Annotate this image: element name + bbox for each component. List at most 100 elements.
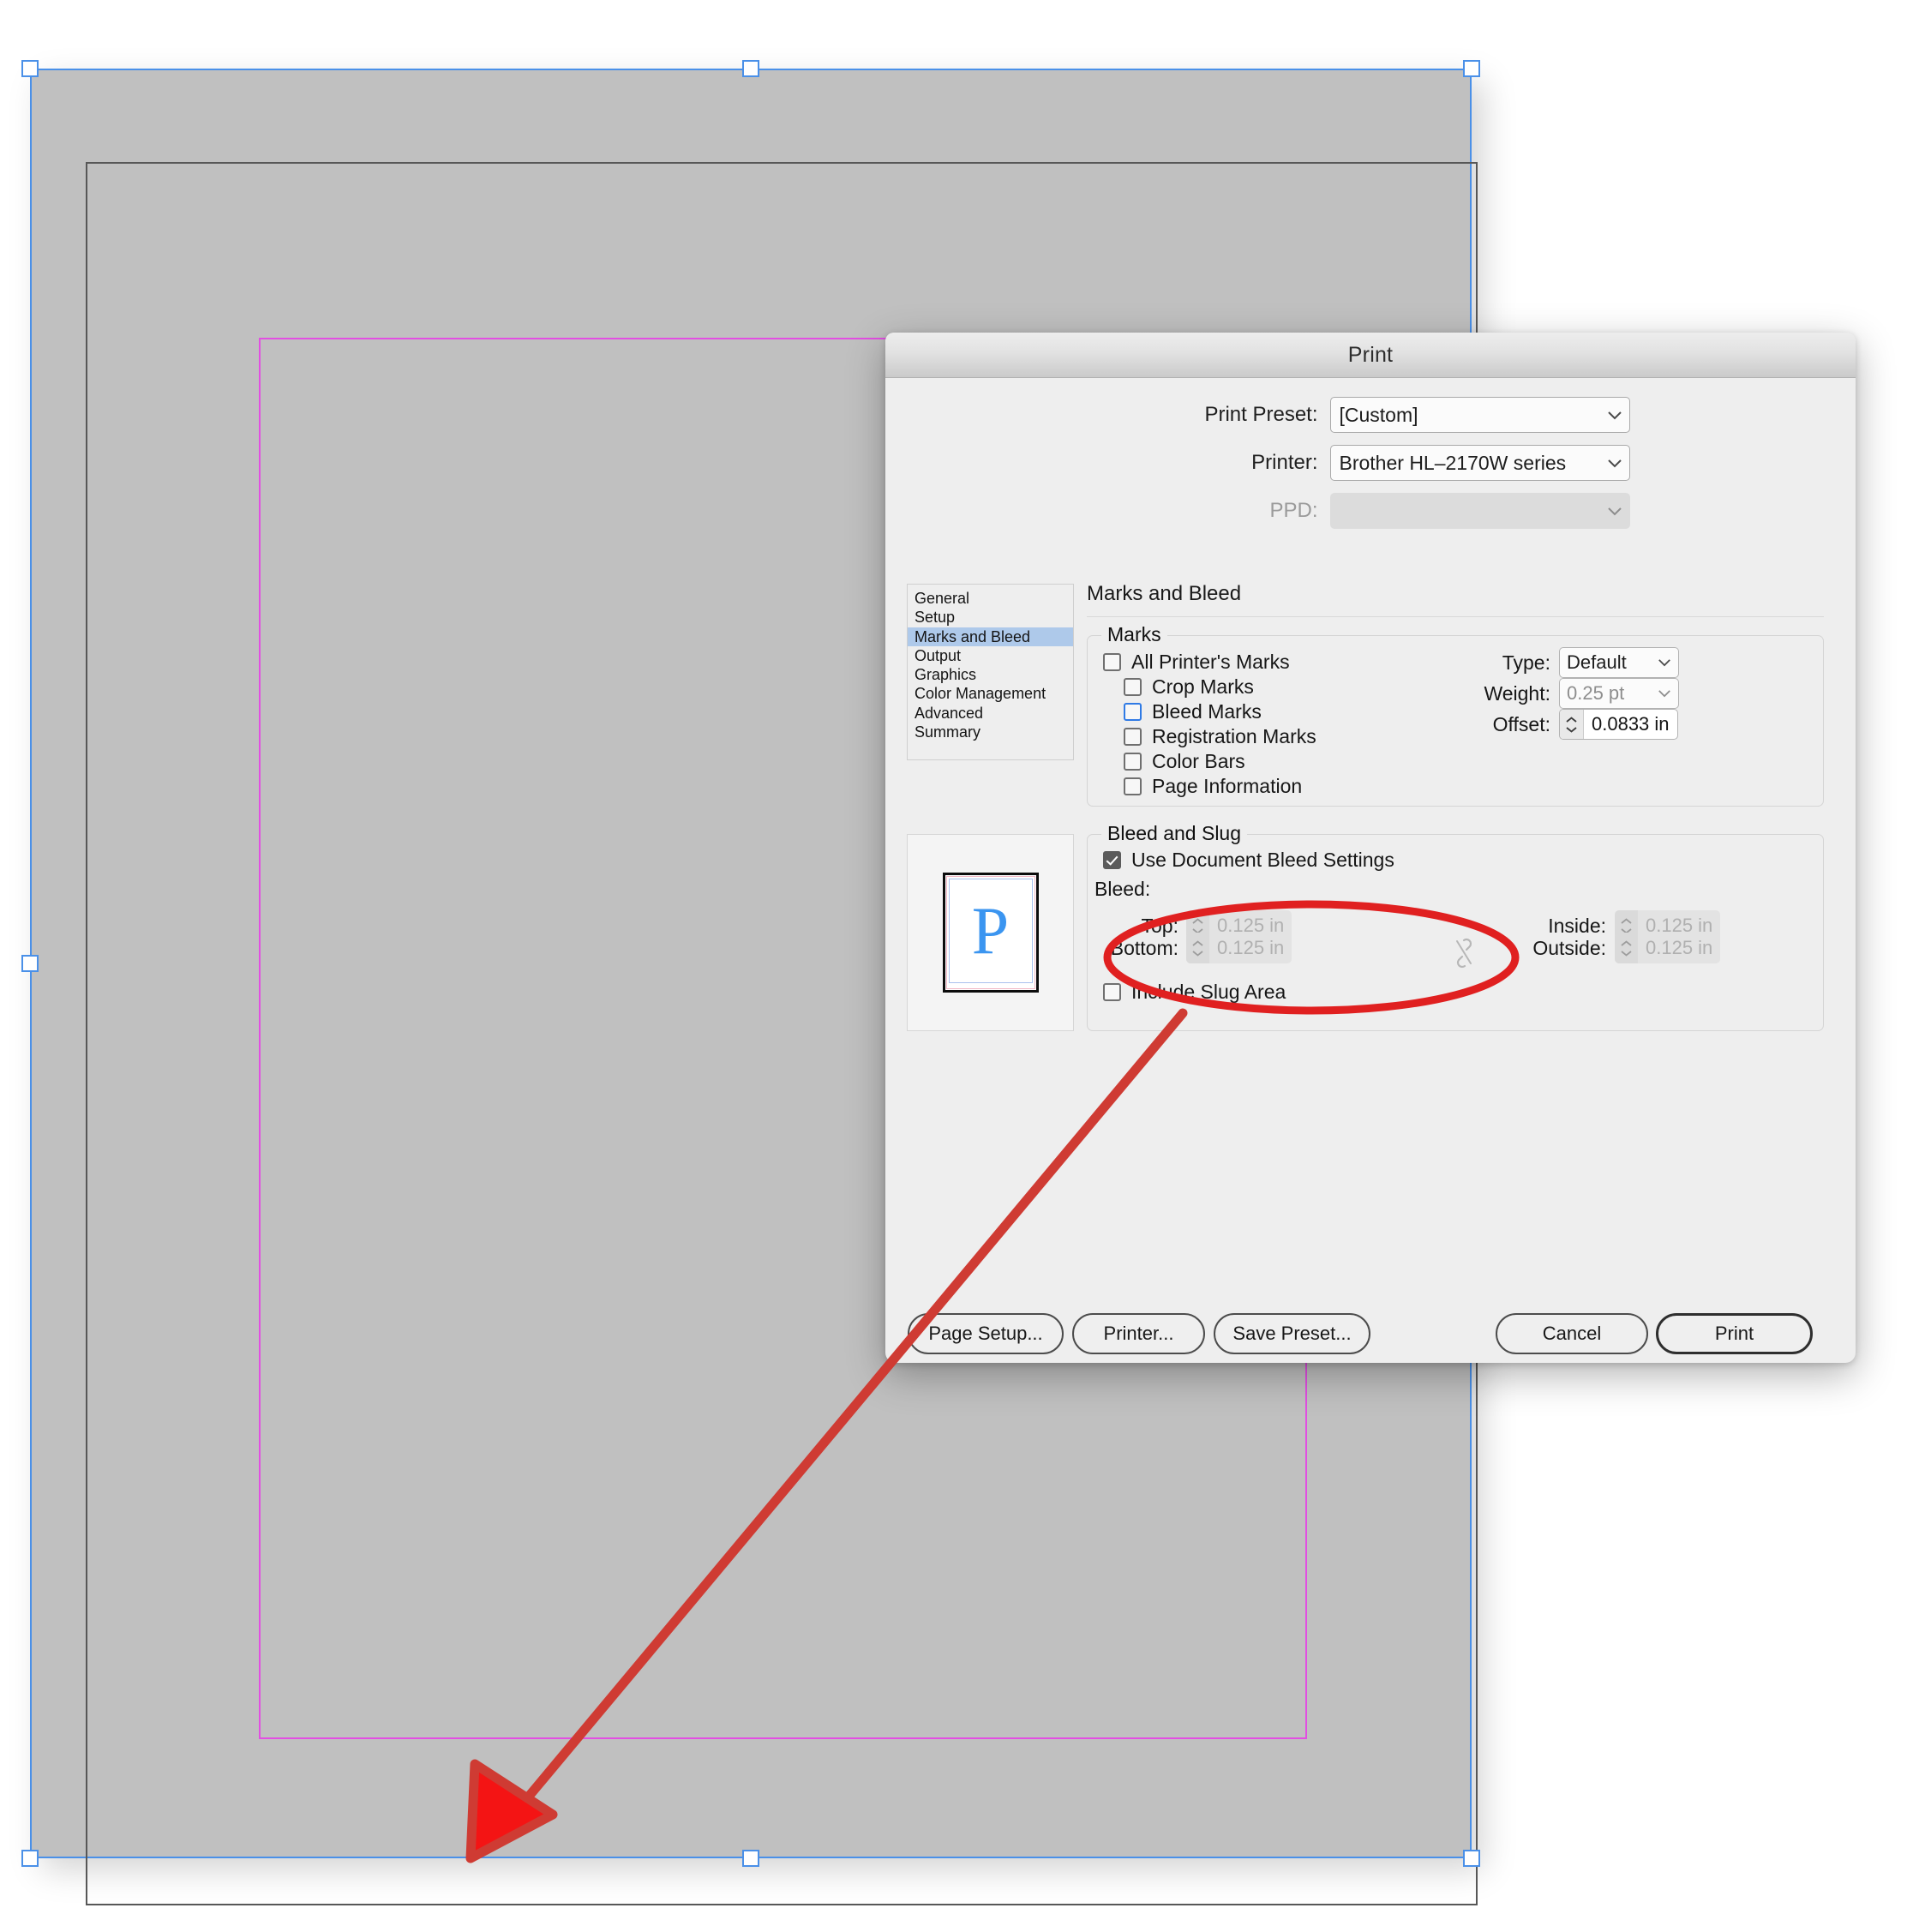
marks-fieldset: Marks All Printer's Marks Crop Marks Ble… [1087, 623, 1824, 807]
marks-type-row: Type: Default [1465, 647, 1679, 678]
dialog-sidebar[interactable]: General Setup Marks and Bleed Output Gra… [907, 584, 1074, 760]
chevron-down-icon [1607, 459, 1622, 468]
ppd-label: PPD: [1269, 499, 1318, 522]
checkbox-icon[interactable] [1124, 703, 1142, 721]
type-value: Default [1567, 651, 1627, 673]
checkbox-crop-marks[interactable]: Crop Marks [1124, 675, 1254, 699]
type-label: Type: [1502, 651, 1550, 674]
chevron-down-icon [1607, 507, 1622, 516]
bleed-bottom-stepper: 0.125 in [1186, 933, 1292, 963]
checkbox-all-printers-marks[interactable]: All Printer's Marks [1103, 651, 1290, 674]
save-preset-button[interactable]: Save Preset... [1214, 1313, 1370, 1354]
checkbox-label: Crop Marks [1152, 675, 1254, 698]
checkbox-registration-marks[interactable]: Registration Marks [1124, 725, 1316, 748]
print-dialog[interactable]: Print Print Preset: [Custom] Printer: Br… [885, 333, 1856, 1363]
bleed-outside-field: 0.125 in [1615, 933, 1721, 963]
selection-handle-top-right[interactable] [1463, 60, 1480, 77]
checkbox-label: Bleed Marks [1152, 700, 1262, 723]
dialog-titlebar[interactable]: Print [885, 333, 1856, 378]
chevron-down-icon [1658, 658, 1673, 668]
panel-title-divider [1087, 616, 1824, 617]
offset-stepper[interactable]: 0.0833 in [1559, 709, 1678, 740]
bleed-inside-label: Inside: [1548, 915, 1606, 937]
printer-row: Printer: Brother HL–2170W series [885, 445, 1856, 481]
bleed-bottom-label: Bottom: [1110, 937, 1178, 959]
selection-handle-bottom-center[interactable] [742, 1850, 759, 1867]
checkbox-label: Color Bars [1152, 750, 1245, 772]
broken-chain-link-icon [1452, 938, 1474, 969]
checkbox-icon[interactable] [1124, 777, 1142, 795]
checkbox-label: Page Information [1152, 775, 1303, 797]
preview-letter: P [971, 893, 1010, 968]
bleed-bottom-value: 0.125 in [1217, 937, 1285, 958]
sidebar-item-color-management[interactable]: Color Management [908, 684, 1073, 703]
bleed-and-slug-fieldset: Bleed and Slug Use Document Bleed Settin… [1087, 822, 1824, 1031]
checkbox-icon[interactable] [1103, 851, 1121, 869]
bleed-top-label: Top: [1141, 915, 1178, 937]
ppd-combo [1329, 493, 1630, 529]
checkbox-bleed-marks[interactable]: Bleed Marks [1124, 700, 1262, 723]
checkbox-icon[interactable] [1124, 728, 1142, 746]
printer-combo[interactable]: Brother HL–2170W series [1329, 445, 1630, 481]
chevron-down-icon [1658, 689, 1673, 699]
bleed-outside-label: Outside: [1532, 937, 1606, 959]
weight-value: 0.25 pt [1567, 682, 1625, 704]
selection-handle-top-center[interactable] [742, 60, 759, 77]
marks-offset-row: Offset: 0.0833 in [1465, 709, 1678, 740]
print-button[interactable]: Print [1656, 1313, 1813, 1354]
selection-handle-middle-left[interactable] [21, 955, 39, 972]
weight-combo[interactable]: 0.25 pt [1559, 678, 1679, 709]
print-preset-label: Print Preset: [1204, 403, 1318, 426]
stepper-arrows-icon [1186, 933, 1209, 963]
marks-legend: Marks [1101, 623, 1167, 646]
checkbox-icon[interactable] [1103, 983, 1121, 1001]
selection-handle-bottom-left[interactable] [21, 1850, 39, 1867]
ppd-row: PPD: [885, 493, 1856, 529]
bleed-bottom-field: 0.125 in [1186, 933, 1292, 963]
checkbox-color-bars[interactable]: Color Bars [1124, 750, 1245, 773]
checkbox-icon[interactable] [1124, 753, 1142, 771]
preview-page: P [942, 873, 1039, 993]
weight-label: Weight: [1484, 681, 1550, 705]
checkbox-icon[interactable] [1103, 653, 1121, 671]
checkbox-page-information[interactable]: Page Information [1124, 775, 1302, 798]
checkbox-label: All Printer's Marks [1131, 651, 1290, 673]
sidebar-item-graphics[interactable]: Graphics [908, 665, 1073, 684]
checkbox-label: Include Slug Area [1131, 981, 1286, 1003]
dialog-body: Print Preset: [Custom] Printer: Brother … [885, 397, 1856, 1363]
stepper-arrows-icon[interactable] [1560, 710, 1584, 739]
bleed-outside-value: 0.125 in [1646, 937, 1713, 958]
page-setup-button[interactable]: Page Setup... [908, 1313, 1064, 1354]
checkbox-include-slug-area[interactable]: Include Slug Area [1103, 981, 1286, 1004]
printer-button[interactable]: Printer... [1072, 1313, 1205, 1354]
dialog-title: Print [1347, 342, 1394, 367]
checkbox-label: Registration Marks [1152, 725, 1316, 747]
selection-handle-bottom-right[interactable] [1463, 1850, 1480, 1867]
print-preset-value: [Custom] [1339, 403, 1418, 426]
selection-handle-top-left[interactable] [21, 60, 39, 77]
cancel-button[interactable]: Cancel [1496, 1313, 1648, 1354]
type-combo[interactable]: Default [1559, 647, 1679, 678]
printer-value: Brother HL–2170W series [1339, 451, 1567, 474]
sidebar-item-summary[interactable]: Summary [908, 723, 1073, 741]
checkbox-label: Use Document Bleed Settings [1131, 849, 1394, 871]
sidebar-item-output[interactable]: Output [908, 646, 1073, 665]
bleed-outside-stepper: 0.125 in [1615, 933, 1721, 963]
sidebar-item-marks-and-bleed[interactable]: Marks and Bleed [908, 627, 1073, 646]
sidebar-item-general[interactable]: General [908, 589, 1073, 608]
page-preview-box: P [907, 834, 1074, 1031]
printer-label: Printer: [1251, 451, 1318, 474]
bleed-heading: Bleed: [1094, 878, 1151, 900]
sidebar-item-setup[interactable]: Setup [908, 608, 1073, 627]
checkbox-use-document-bleed-settings[interactable]: Use Document Bleed Settings [1103, 849, 1394, 872]
panel-title: Marks and Bleed [1087, 582, 1242, 605]
sidebar-item-advanced[interactable]: Advanced [908, 704, 1073, 723]
stepper-arrows-icon [1615, 933, 1638, 963]
marks-weight-row: Weight: 0.25 pt [1465, 678, 1679, 709]
offset-value[interactable]: 0.0833 in [1584, 710, 1677, 739]
print-preset-combo[interactable]: [Custom] [1329, 397, 1630, 433]
checkbox-icon[interactable] [1124, 678, 1142, 696]
offset-label: Offset: [1492, 712, 1550, 735]
bleed-and-slug-legend: Bleed and Slug [1101, 822, 1248, 845]
chevron-down-icon [1607, 411, 1622, 420]
